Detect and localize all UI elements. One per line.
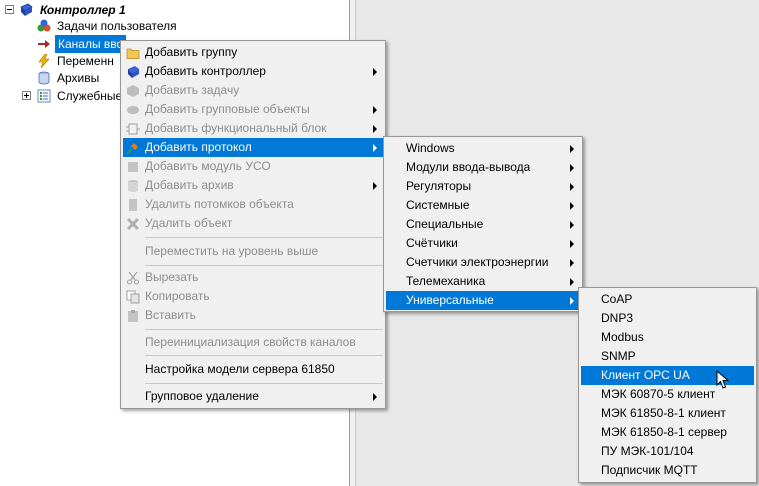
menu-item-reinit-channel-properties[interactable]: Переинициализация свойств каналов [123, 333, 383, 352]
context-menu: Добавить группу Добавить контроллер Доба… [120, 40, 386, 409]
menu-item-copy[interactable]: Копировать [123, 287, 383, 306]
controller-icon [126, 65, 140, 79]
submenu-arrow-icon [373, 68, 377, 76]
protocol-submenu: Windows Модули ввода-вывода Регуляторы С… [383, 136, 583, 312]
submenu-item-telemechanics[interactable]: Телемеханика [386, 272, 580, 291]
submenu-arrow-icon [373, 106, 377, 114]
menu-item-add-archive[interactable]: Добавить архив [123, 176, 383, 195]
submenu-arrow-icon [570, 240, 574, 248]
tree-item-label: Служебные [57, 89, 123, 103]
submenu-arrow-icon [373, 125, 377, 133]
submenu-arrow-icon [570, 145, 574, 153]
copy-icon [126, 290, 140, 304]
menu-item-add-io-module[interactable]: Добавить модуль УСО [123, 157, 383, 176]
folder-icon [126, 46, 140, 60]
tree-item-label: Каналы вво [55, 35, 127, 53]
menu-item-add-function-block[interactable]: Добавить функциональный блок [123, 119, 383, 138]
database-icon [37, 71, 51, 85]
universal-submenu: CoAP DNP3 Modbus SNMP Клиент OPC UA МЭК … [578, 287, 757, 483]
menu-item-add-group-objects[interactable]: Добавить групповые объекты [123, 100, 383, 119]
delete-icon [126, 217, 140, 231]
menu-separator [145, 237, 383, 238]
submenu-arrow-icon [373, 182, 377, 190]
menu-item-group-delete[interactable]: Групповое удаление [123, 387, 383, 406]
submenu-arrow-icon [570, 164, 574, 172]
delete-children-icon [126, 198, 140, 212]
menu-separator [145, 329, 383, 330]
menu-item-delete-object[interactable]: Удалить объект [123, 214, 383, 233]
submenu-item-energy-meters[interactable]: Счетчики электроэнергии [386, 253, 580, 272]
submenu-arrow-icon [570, 183, 574, 191]
submenu-item-mqtt-subscriber[interactable]: Подписчик MQTT [581, 461, 754, 480]
archive-icon [126, 179, 140, 193]
menu-item-move-up-level[interactable]: Переместить на уровень выше [123, 242, 383, 261]
tree-item-user-tasks[interactable]: Задачи пользователя [0, 17, 350, 35]
menu-item-add-task[interactable]: Добавить задачу [123, 81, 383, 100]
menu-separator [145, 383, 383, 384]
menu-item-add-protocol[interactable]: Добавить протокол [123, 138, 383, 157]
checklist-icon [37, 89, 51, 103]
expand-icon[interactable] [22, 91, 31, 100]
submenu-item-coap[interactable]: CoAP [581, 290, 754, 309]
tree-item-label: Архивы [57, 71, 100, 85]
submenu-item-iec-61850-client[interactable]: МЭК 61850-8-1 клиент [581, 404, 754, 423]
submenu-item-dnp3[interactable]: DNP3 [581, 309, 754, 328]
tasks-icon [37, 19, 51, 33]
submenu-item-meters[interactable]: Счётчики [386, 234, 580, 253]
submenu-arrow-icon [570, 221, 574, 229]
task-icon [126, 84, 140, 98]
submenu-arrow-icon [373, 144, 377, 152]
mouse-pointer-icon [716, 369, 730, 393]
submenu-item-regulators[interactable]: Регуляторы [386, 177, 580, 196]
submenu-item-modbus[interactable]: Modbus [581, 328, 754, 347]
submenu-arrow-icon [570, 259, 574, 267]
tree-item-label: Задачи пользователя [57, 19, 177, 33]
io-module-icon [126, 160, 140, 174]
submenu-arrow-icon [373, 393, 377, 401]
submenu-arrow-icon [570, 278, 574, 286]
submenu-item-pu-iec-101-104[interactable]: ПУ МЭК-101/104 [581, 442, 754, 461]
menu-separator [145, 265, 383, 266]
controller-icon [19, 3, 33, 17]
menu-separator [145, 355, 383, 356]
submenu-item-system[interactable]: Системные [386, 196, 580, 215]
submenu-item-universal[interactable]: Универсальные [386, 291, 580, 310]
function-block-icon [126, 122, 140, 136]
menu-item-paste[interactable]: Вставить [123, 306, 383, 325]
scissors-icon [126, 271, 140, 285]
menu-item-cut[interactable]: Вырезать [123, 268, 383, 287]
menu-item-server-model-61850[interactable]: Настройка модели сервера 61850 [123, 360, 383, 379]
menu-item-add-group[interactable]: Добавить группу [123, 43, 383, 62]
menu-item-delete-children[interactable]: Удалить потомков объекта [123, 195, 383, 214]
submenu-arrow-icon [570, 202, 574, 210]
submenu-item-io-modules[interactable]: Модули ввода-вывода [386, 158, 580, 177]
submenu-item-special[interactable]: Специальные [386, 215, 580, 234]
lightning-icon [37, 53, 51, 69]
submenu-item-windows[interactable]: Windows [386, 139, 580, 158]
submenu-item-snmp[interactable]: SNMP [581, 347, 754, 366]
paste-icon [126, 309, 140, 323]
menu-item-add-controller[interactable]: Добавить контроллер [123, 62, 383, 81]
channels-icon [37, 37, 51, 51]
submenu-item-iec-61850-server[interactable]: МЭК 61850-8-1 сервер [581, 423, 754, 442]
group-objects-icon [126, 103, 140, 117]
protocol-plug-icon [126, 140, 141, 155]
submenu-arrow-icon [570, 297, 574, 305]
tree-item-label: Переменн [57, 54, 114, 68]
collapse-icon[interactable] [5, 5, 14, 14]
